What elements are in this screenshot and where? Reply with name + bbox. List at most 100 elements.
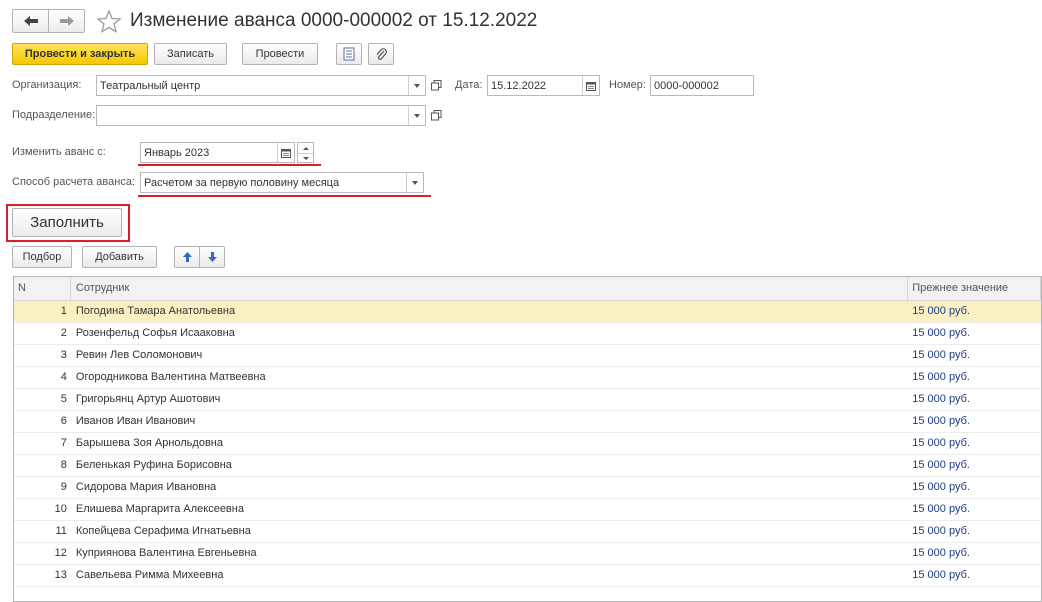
department-open-button[interactable] [428, 106, 445, 125]
calendar-icon [281, 148, 291, 158]
method-dropdown-button[interactable] [406, 173, 423, 192]
row-employee: Сидорова Мария Ивановна [75, 481, 217, 493]
move-down-button[interactable] [199, 246, 225, 268]
row-previous-value: 15 000 руб. [912, 547, 970, 559]
move-up-button[interactable] [174, 246, 200, 268]
month-spinner[interactable] [297, 142, 314, 163]
attachments-button[interactable] [368, 43, 394, 65]
page-title: Изменение аванса 0000-000002 от 15.12.20… [130, 10, 538, 31]
method-field[interactable]: Расчетом за первую половину месяца [140, 172, 424, 193]
employees-table[interactable]: N Сотрудник Прежнее значение 1 Погодина Т… [13, 276, 1042, 602]
table-row[interactable]: 12 Куприянова Валентина Евгеньевна 15 000 … [14, 543, 1041, 565]
open-window-icon [431, 110, 442, 121]
row-employee: Ревин Лев Соломонович [75, 349, 203, 361]
row-employee: Копейцева Серафима Игнатьевна [75, 525, 251, 537]
row-previous-value: 15 000 руб. [912, 305, 970, 317]
row-employee: Куприянова Валентина Евгеньевна [75, 547, 257, 559]
number-field[interactable]: 0000-000002 [650, 75, 754, 96]
pick-button[interactable]: Подбор [12, 246, 72, 268]
organization-label: Организация: [12, 79, 82, 91]
row-employee: Огородникова Валентина Матвеевна [75, 371, 266, 383]
table-row[interactable]: 7 Барышева Зоя Арнольдовна 15 000 руб. [14, 433, 1041, 455]
row-previous-value: 15 000 руб. [912, 393, 970, 405]
row-number: 2 [60, 327, 67, 339]
back-button[interactable] [12, 9, 49, 33]
row-number: 12 [54, 547, 67, 559]
column-header-previous-value[interactable]: Прежнее значение [908, 277, 1041, 300]
table-row[interactable]: 5 Григорьянц Артур Ашотович 15 000 руб. [14, 389, 1041, 411]
row-number: 10 [54, 503, 67, 515]
table-row[interactable]: 4 Огородникова Валентина Матвеевна 15 000 … [14, 367, 1041, 389]
fill-button[interactable]: Заполнить [12, 208, 122, 237]
row-employee: Барышева Зоя Арнольдовна [75, 437, 223, 449]
date-calendar-button[interactable] [582, 76, 599, 95]
department-label: Подразделение: [12, 109, 96, 121]
add-button[interactable]: Добавить [82, 246, 157, 268]
date-field[interactable]: 15.12.2022 [487, 75, 600, 96]
row-number: 1 [60, 305, 67, 317]
row-number: 13 [54, 569, 67, 581]
table-row[interactable]: 8 Беленькая Руфина Борисовна 15 000 руб. [14, 455, 1041, 477]
row-number: 7 [60, 437, 67, 449]
favorite-star-icon[interactable] [96, 9, 122, 33]
open-window-icon [431, 80, 442, 91]
row-previous-value: 15 000 руб. [912, 371, 970, 383]
row-previous-value: 15 000 руб. [912, 437, 970, 449]
highlight-underline [138, 195, 431, 197]
row-number: 6 [60, 415, 67, 427]
row-previous-value: 15 000 руб. [912, 569, 970, 581]
calendar-icon [586, 81, 596, 91]
row-number: 8 [60, 459, 67, 471]
post-button[interactable]: Провести [242, 43, 318, 65]
department-field[interactable] [96, 105, 426, 126]
column-header-employee[interactable]: Сотрудник [71, 277, 909, 300]
department-dropdown-button[interactable] [408, 106, 425, 125]
chevron-down-icon [414, 113, 420, 118]
table-row[interactable]: 10 Елишева Маргарита Алексеевна 15 000 руб… [14, 499, 1041, 521]
arrow-up-icon [182, 252, 192, 262]
row-employee: Елишева Маргарита Алексеевна [75, 503, 244, 515]
date-label: Дата: [455, 79, 483, 91]
row-previous-value: 15 000 руб. [912, 481, 970, 493]
save-button[interactable]: Записать [154, 43, 227, 65]
month-calendar-button[interactable] [277, 143, 294, 162]
organization-value: Театральный центр [100, 79, 201, 92]
table-row[interactable]: 13 Савельева Римма Михеевна 15 000 руб. [14, 565, 1041, 587]
table-row[interactable]: 6 Иванов Иван Иванович 15 000 руб. [14, 411, 1041, 433]
change-from-field[interactable]: Январь 2023 [140, 142, 295, 163]
table-row[interactable]: 3 Ревин Лев Соломонович 15 000 руб. [14, 345, 1041, 367]
row-previous-value: 15 000 руб. [912, 459, 970, 471]
table-row[interactable]: 9 Сидорова Мария Ивановна 15 000 руб. [14, 477, 1041, 499]
report-button[interactable] [336, 43, 362, 65]
row-employee: Погодина Тамара Анатольевна [75, 305, 236, 317]
post-and-close-button[interactable]: Провести и закрыть [12, 43, 148, 65]
column-header-n[interactable]: N [14, 277, 71, 300]
row-employee: Иванов Иван Иванович [75, 415, 196, 427]
table-row[interactable]: 1 Погодина Тамара Анатольевна 15 000 руб. [14, 301, 1041, 323]
highlight-underline [138, 164, 321, 166]
organization-dropdown-button[interactable] [408, 76, 425, 95]
organization-open-button[interactable] [428, 76, 445, 95]
number-value: 0000-000002 [654, 79, 719, 92]
arrow-down-icon [207, 252, 217, 262]
spin-down-icon[interactable] [298, 154, 313, 163]
row-previous-value: 15 000 руб. [912, 415, 970, 427]
forward-button[interactable] [48, 9, 85, 33]
method-label: Способ расчета аванса: [12, 176, 136, 188]
row-previous-value: 15 000 руб. [912, 349, 970, 361]
row-previous-value: 15 000 руб. [912, 503, 970, 515]
row-number: 11 [55, 525, 67, 537]
arrow-left-icon [23, 16, 38, 26]
chevron-down-icon [414, 83, 420, 88]
row-employee: Беленькая Руфина Борисовна [75, 459, 232, 471]
table-header: N Сотрудник Прежнее значение [14, 277, 1041, 301]
table-row[interactable]: 2 Розенфельд Софья Исааковна 15 000 руб. [14, 323, 1041, 345]
row-number: 4 [60, 371, 67, 383]
row-number: 5 [60, 393, 67, 405]
paperclip-icon [376, 48, 387, 60]
spin-up-icon[interactable] [298, 143, 313, 154]
organization-field[interactable]: Театральный центр [96, 75, 426, 96]
row-employee: Савельева Римма Михеевна [75, 569, 224, 581]
table-row[interactable]: 11 Копейцева Серафима Игнатьевна 15 000 ру… [14, 521, 1041, 543]
document-icon [343, 47, 355, 61]
